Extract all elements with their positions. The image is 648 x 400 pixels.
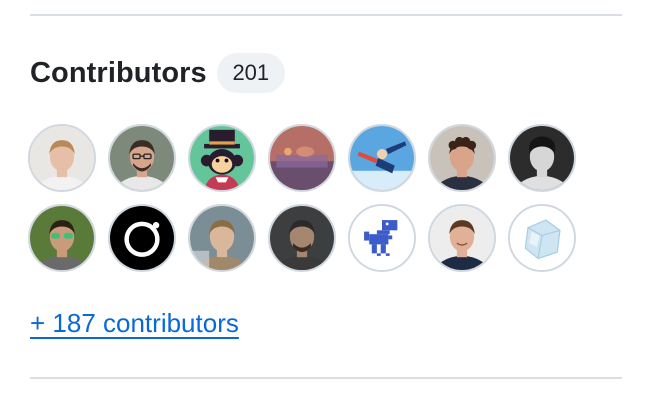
avatar-image [190, 126, 254, 190]
contributors-avatar-grid [28, 124, 588, 284]
avatar-image [430, 126, 494, 190]
avatar-image [350, 126, 414, 190]
contributor-avatar[interactable] [428, 124, 496, 192]
contributor-avatar[interactable] [108, 124, 176, 192]
more-contributors-link[interactable]: + 187 contributors [30, 308, 239, 339]
avatar-image [110, 126, 174, 190]
avatar-image [270, 206, 334, 270]
contributor-avatar[interactable] [188, 124, 256, 192]
contributor-avatar[interactable] [428, 204, 496, 272]
contributor-avatar[interactable] [108, 204, 176, 272]
avatar-image [190, 206, 254, 270]
avatar-image [430, 206, 494, 270]
contributor-avatar[interactable] [268, 204, 336, 272]
contributor-avatar[interactable] [28, 204, 96, 272]
contributors-header: Contributors 201 [30, 52, 285, 94]
contributor-avatar[interactable] [188, 204, 256, 272]
top-divider [30, 14, 622, 16]
bottom-divider [30, 377, 622, 379]
contributor-avatar[interactable] [348, 124, 416, 192]
avatar-image [270, 126, 334, 190]
contributors-count-badge: 201 [216, 53, 285, 93]
contributor-avatar[interactable] [348, 204, 416, 272]
avatar-image [30, 206, 94, 270]
contributor-avatar[interactable] [28, 124, 96, 192]
avatar-image [350, 206, 414, 270]
contributor-avatar[interactable] [268, 124, 336, 192]
avatar-image [510, 126, 574, 190]
avatar-row-1 [28, 124, 588, 192]
avatar-image [30, 126, 94, 190]
contributor-avatar[interactable] [508, 204, 576, 272]
avatar-image [110, 206, 174, 270]
avatar-row-2 [28, 204, 588, 272]
contributor-avatar[interactable] [508, 124, 576, 192]
avatar-image [510, 206, 574, 270]
contributors-title[interactable]: Contributors [30, 57, 207, 90]
